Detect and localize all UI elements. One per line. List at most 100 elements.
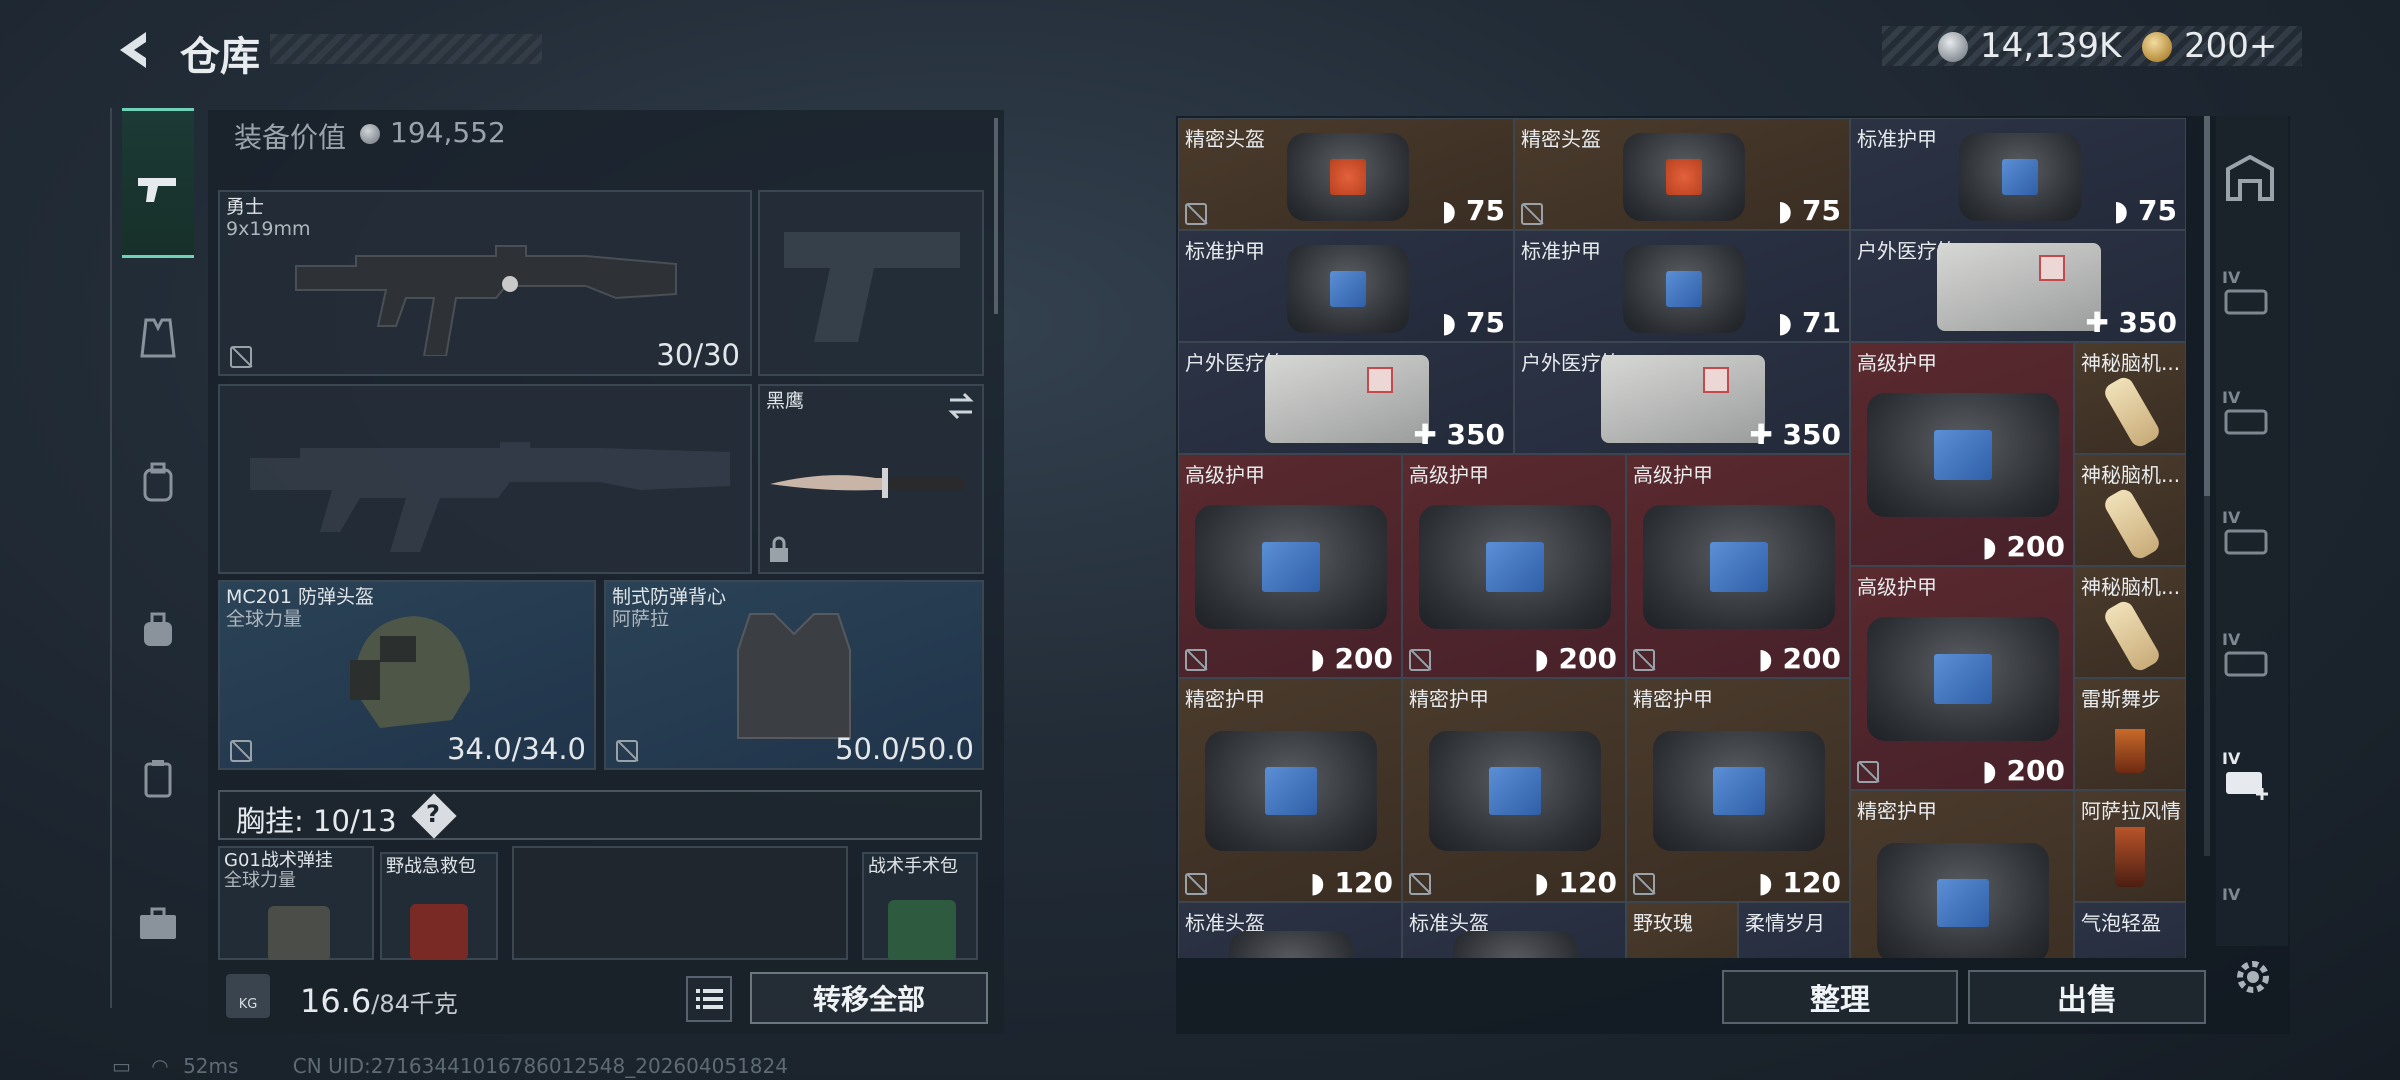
- stash-item[interactable]: 野玫瑰: [1626, 902, 1738, 958]
- item-value: ◗ 75: [1441, 194, 1505, 227]
- primary-weapon-slot[interactable]: 勇士 9x19mm 30/30: [218, 190, 752, 376]
- bag-image: [1623, 133, 1745, 221]
- item-name: 气泡轻盈: [2081, 911, 2161, 935]
- stash-item[interactable]: 户外医疗箱 ✚ 350: [1514, 342, 1850, 454]
- stash-item[interactable]: 雷斯舞步: [2074, 678, 2186, 790]
- item-durability: 120: [1334, 866, 1393, 899]
- stash-item[interactable]: 精密护甲 ◗ 120: [1626, 678, 1850, 902]
- item-name: 雷斯舞步: [2081, 687, 2161, 711]
- no-insure-icon: [230, 740, 252, 762]
- medical-case-image: [1265, 355, 1429, 443]
- stash-item[interactable]: 高级护甲 ◗ 200: [1850, 342, 2074, 566]
- bag-image: [1653, 731, 1825, 851]
- no-insure-icon: [1185, 203, 1207, 225]
- tier-label: IV: [2222, 748, 2241, 768]
- stash-item[interactable]: 高级护甲 ◗ 200: [1402, 454, 1626, 678]
- melee-slot[interactable]: 黑鹰: [758, 384, 984, 574]
- tab-stash-iv-4[interactable]: IV: [2222, 626, 2278, 682]
- stash-item[interactable]: 户外医疗箱 ✚ 350: [1850, 230, 2186, 342]
- stash-item[interactable]: 高级护甲 ◗ 200: [1850, 566, 2074, 790]
- stash-item[interactable]: 标准护甲 ◗ 75: [1850, 118, 2186, 230]
- page-title: 仓库: [180, 34, 260, 80]
- stash-item[interactable]: 标准头盔: [1402, 902, 1626, 958]
- stash-item[interactable]: 精密护甲: [1850, 790, 2074, 958]
- swap-icon[interactable]: [946, 392, 976, 420]
- item-durability: 200: [1334, 642, 1393, 675]
- chest-item-slot[interactable]: 战术手术包: [862, 852, 978, 962]
- back-button[interactable]: [112, 28, 152, 72]
- item-heal: 350: [2118, 306, 2177, 339]
- list-view-button[interactable]: [686, 976, 732, 1022]
- gold-coin-icon: [2142, 32, 2172, 62]
- stash-item[interactable]: 精密护甲 ◗ 120: [1402, 678, 1626, 902]
- pistol-slot[interactable]: [758, 190, 984, 376]
- knife-image: [770, 468, 966, 498]
- equipment-value-label: 装备价值: [234, 121, 347, 154]
- empty-chest-slots[interactable]: [512, 846, 848, 960]
- stash-item[interactable]: 高级护甲 ◗ 200: [1626, 454, 1850, 678]
- wifi-icon: ◠: [151, 1054, 169, 1078]
- case-icon: [2224, 289, 2268, 314]
- item-value: ◗ 75: [1441, 306, 1505, 339]
- chip-image: [2101, 374, 2163, 450]
- item-durability: 75: [1466, 306, 1505, 339]
- stash-item[interactable]: 神秘脑机...: [2074, 566, 2186, 678]
- stash-item[interactable]: 高级护甲 ◗ 200: [1178, 454, 1402, 678]
- stash-item[interactable]: 柔情岁月: [1738, 902, 1850, 958]
- stash-item[interactable]: 精密护甲 ◗ 120: [1178, 678, 1402, 902]
- pouch-icon[interactable]: [136, 608, 180, 652]
- bag-image: [1643, 505, 1835, 629]
- item-name: 柔情岁月: [1745, 911, 1825, 935]
- sort-button[interactable]: 整理: [1722, 970, 1958, 1024]
- tab-stash-iv-1[interactable]: IV: [2222, 264, 2278, 320]
- item-name: 精密头盔: [1185, 127, 1265, 151]
- stash-item[interactable]: 户外医疗箱 ✚ 350: [1178, 342, 1514, 454]
- stash-scroll-thumb[interactable]: [2204, 116, 2210, 496]
- no-insure-icon: [1409, 649, 1431, 671]
- medical-case-image: [1601, 355, 1765, 443]
- stash-item[interactable]: 神秘脑机...: [2074, 342, 2186, 454]
- gold-amount[interactable]: 200+: [2184, 26, 2277, 66]
- sell-button[interactable]: 出售: [1968, 970, 2206, 1024]
- tab-stash-iv-3[interactable]: IV: [2222, 504, 2278, 560]
- vest-icon[interactable]: [136, 316, 180, 360]
- helmet-slot[interactable]: MC201 防弹头盔 全球力量 34.0/34.0: [218, 580, 596, 770]
- case-icon[interactable]: [136, 756, 180, 800]
- tier-label: IV: [2222, 629, 2241, 649]
- medical-case-image: [1937, 243, 2101, 331]
- transfer-all-button[interactable]: 转移全部: [750, 972, 988, 1024]
- item-name: 野战急救包: [386, 856, 476, 877]
- settings-button[interactable]: [2228, 952, 2278, 1002]
- bag-image: [1419, 505, 1611, 629]
- item-value: ◗ 71: [1777, 306, 1841, 339]
- toolbox-icon[interactable]: [136, 902, 180, 946]
- scrollbar[interactable]: [994, 118, 998, 314]
- stash-item[interactable]: 标准头盔: [1178, 902, 1402, 958]
- pistol-icon: [136, 168, 180, 212]
- chest-rig-slot[interactable]: G01战术弹挂 全球力量: [218, 846, 374, 962]
- arch-icon: [2226, 155, 2274, 201]
- stash-item[interactable]: 神秘脑机...: [2074, 454, 2186, 566]
- stash-item[interactable]: 精密头盔 ◗ 75: [1178, 118, 1514, 230]
- bag-image: [1287, 245, 1409, 333]
- tab-stash-iv-5[interactable]: IV: [2222, 866, 2278, 922]
- tab-safe-box[interactable]: [2222, 150, 2278, 206]
- drink-image: [2115, 827, 2145, 887]
- stash-item[interactable]: 气泡轻盈: [2074, 902, 2186, 958]
- stash-item[interactable]: 精密头盔 ◗ 75: [1514, 118, 1850, 230]
- tab-stash-iv-2[interactable]: IV: [2222, 384, 2278, 440]
- tab-add-stash[interactable]: IV: [2222, 746, 2278, 802]
- stash-item[interactable]: 标准护甲 ◗ 75: [1178, 230, 1514, 342]
- first-aid-kit-image: [410, 904, 468, 960]
- status-bar: ▭ ◠ 52ms CN UID:27163441016786012548_202…: [112, 1054, 788, 1078]
- chest-item-slot[interactable]: 野战急救包: [380, 852, 498, 960]
- stash-item[interactable]: 阿萨拉风情: [2074, 790, 2186, 902]
- item-value: ◗ 200: [1758, 642, 1841, 675]
- stash-item[interactable]: 标准护甲 ◗ 71: [1514, 230, 1850, 342]
- backpack-icon[interactable]: [136, 460, 180, 504]
- weight-capacity: /84千克: [371, 990, 458, 1018]
- armor-slot[interactable]: 制式防弹背心 阿萨拉 50.0/50.0: [604, 580, 984, 770]
- secondary-weapon-slot[interactable]: [218, 384, 752, 574]
- item-durability: 75: [2138, 194, 2177, 227]
- rifle-silhouette-icon: [250, 442, 730, 552]
